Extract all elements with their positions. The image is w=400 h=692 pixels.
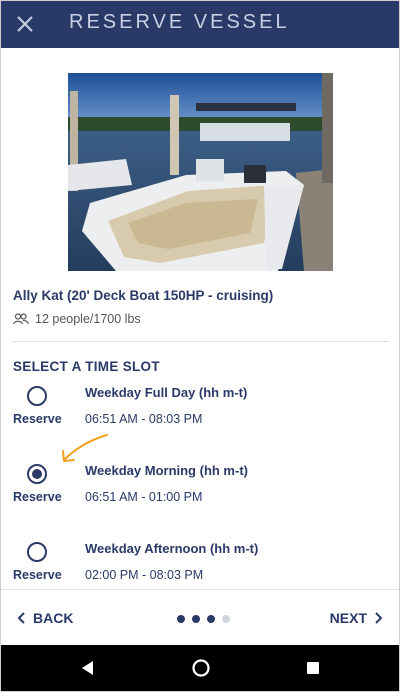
reserve-label[interactable]: Reserve xyxy=(13,490,62,504)
vessel-photo xyxy=(68,73,333,271)
chevron-left-icon xyxy=(17,612,25,624)
time-slot-weekday-afternoon[interactable]: Reserve Weekday Afternoon (hh m-t) 02:00… xyxy=(1,539,399,599)
chevron-right-icon xyxy=(375,612,383,624)
nav-home-icon[interactable] xyxy=(192,659,210,677)
slot-radio[interactable] xyxy=(27,542,47,562)
top-bar: RESERVE VESSEL xyxy=(1,1,399,48)
capacity-text: 12 people/1700 lbs xyxy=(35,312,141,326)
slot-time: 06:51 AM - 08:03 PM xyxy=(85,412,203,426)
app-screen: RESERVE VESSEL Ally Kat (20' Deck Boat 1… xyxy=(0,0,400,692)
section-title: SELECT A TIME SLOT xyxy=(13,359,160,374)
page-dot xyxy=(222,615,230,623)
vessel-name: Ally Kat (20' Deck Boat 150HP - cruising… xyxy=(13,288,274,303)
next-label: NEXT xyxy=(329,610,367,626)
nav-recents-icon[interactable] xyxy=(307,662,319,674)
divider xyxy=(13,341,389,342)
slot-radio[interactable] xyxy=(27,386,47,406)
time-slot-weekday-morning[interactable]: Reserve Weekday Morning (hh m-t) 06:51 A… xyxy=(1,461,399,521)
footer-divider xyxy=(1,589,399,590)
vessel-capacity: 12 people/1700 lbs xyxy=(13,311,141,327)
close-icon[interactable] xyxy=(14,13,36,35)
system-nav-bar xyxy=(1,645,399,691)
pagination-dots xyxy=(177,615,237,623)
page-dot xyxy=(177,615,185,623)
radio-dot xyxy=(32,469,42,479)
page-dot xyxy=(192,615,200,623)
reserve-label[interactable]: Reserve xyxy=(13,412,62,426)
back-button[interactable]: BACK xyxy=(15,610,73,626)
page-dot-current xyxy=(207,615,215,623)
reserve-label[interactable]: Reserve xyxy=(13,568,62,582)
next-button[interactable]: NEXT xyxy=(330,610,385,626)
slot-name: Weekday Morning (hh m-t) xyxy=(85,463,248,478)
slot-name: Weekday Full Day (hh m-t) xyxy=(85,385,248,400)
slot-radio-selected[interactable] xyxy=(27,464,47,484)
people-icon xyxy=(13,313,29,325)
page-title: RESERVE VESSEL xyxy=(69,11,290,33)
slot-time: 06:51 AM - 01:00 PM xyxy=(85,490,203,504)
back-label: BACK xyxy=(33,610,74,626)
annotation-arrow-icon xyxy=(62,434,108,462)
nav-back-icon[interactable] xyxy=(82,661,94,675)
slot-time: 02:00 PM - 08:03 PM xyxy=(85,568,204,582)
slot-name: Weekday Afternoon (hh m-t) xyxy=(85,541,259,556)
